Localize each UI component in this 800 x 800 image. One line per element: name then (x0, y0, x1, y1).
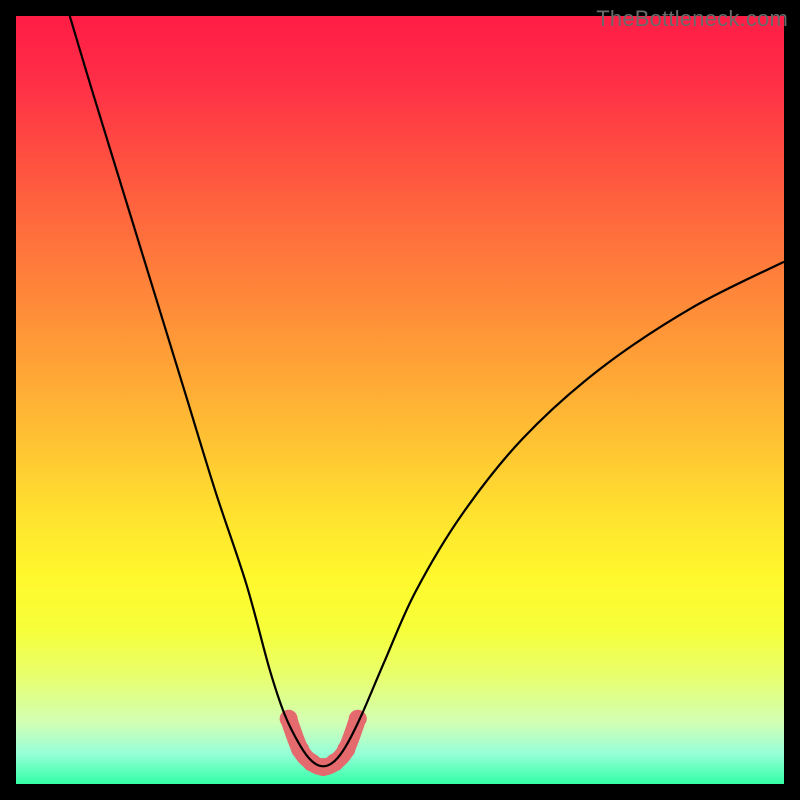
bottleneck-curve (70, 16, 784, 766)
watermark-text: TheBottleneck.com (596, 6, 788, 32)
chart-frame: TheBottleneck.com (0, 0, 800, 800)
chart-svg (16, 16, 784, 784)
plot-area (16, 16, 784, 784)
